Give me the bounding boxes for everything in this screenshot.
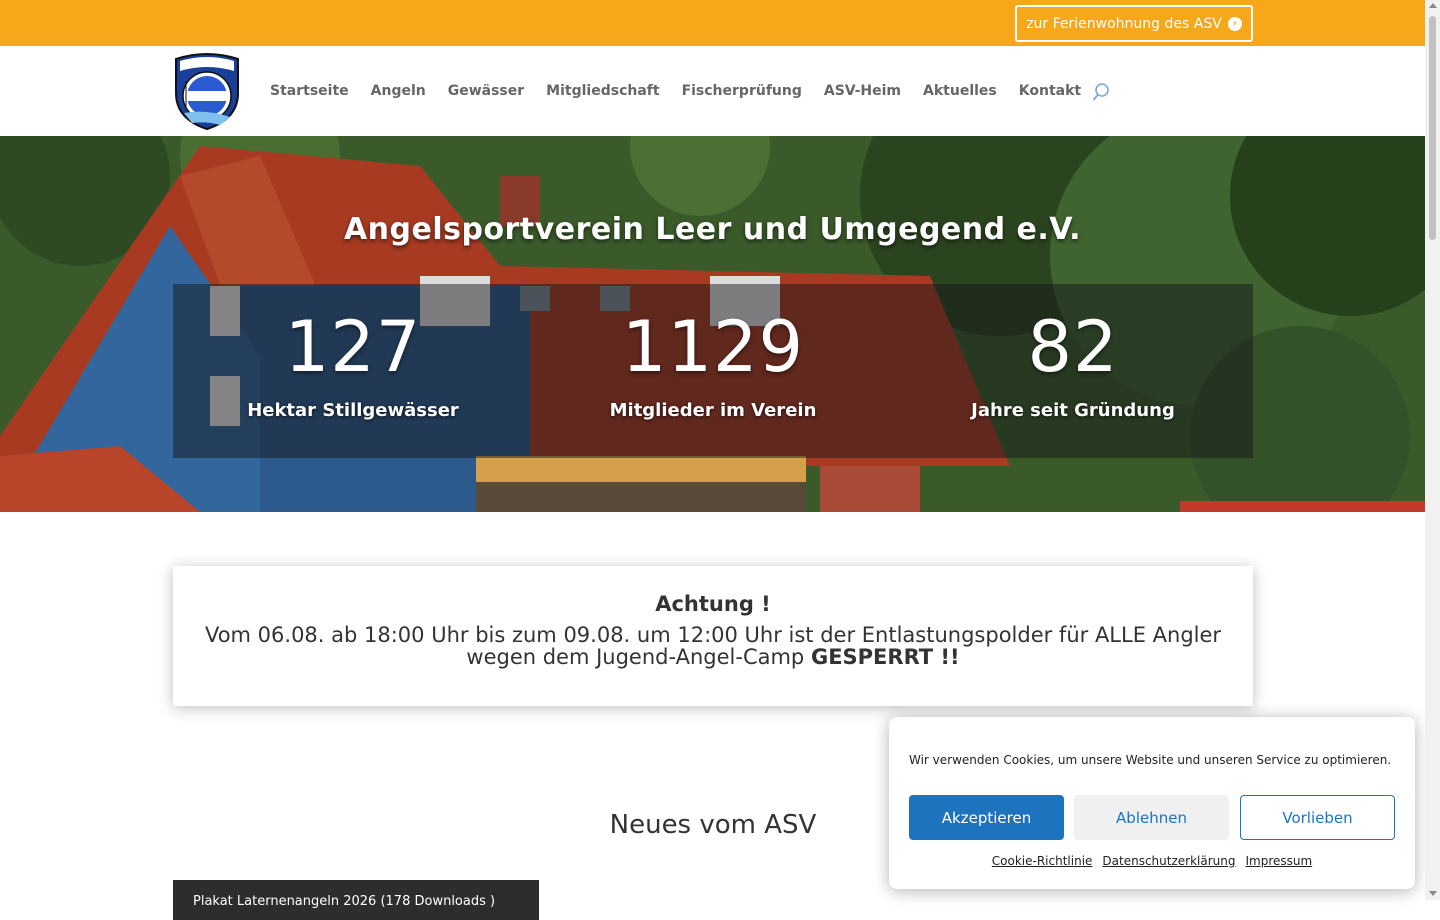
notice-heading: Achtung ! [655,592,771,616]
notice-box: Achtung ! Vom 06.08. ab 18:00 Uhr bis zu… [173,566,1253,706]
nav-item-asv-heim[interactable]: ASV-Heim [824,83,901,99]
top-bar: zur Ferienwohnung des ASV › [0,0,1425,46]
imprint-link[interactable]: Impressum [1246,854,1313,868]
nav-item-fischerpruefung[interactable]: Fischerprüfung [682,83,802,99]
stat-hectares: 127 Hektar Stillgewässer [173,284,533,458]
privacy-policy-link[interactable]: Datenschutzerklärung [1102,854,1235,868]
page-scrollbar[interactable] [1425,0,1440,900]
main-nav: Startseite Angeln Gewässer Mitgliedschaf… [270,46,1081,136]
ferienwohnung-label: zur Ferienwohnung des ASV [1026,15,1222,32]
nav-item-startseite[interactable]: Startseite [270,83,349,99]
nav-item-gewaesser[interactable]: Gewässer [448,83,524,99]
download-button[interactable]: Plakat Laternenangeln 2026 (178 Download… [173,880,539,920]
notice-body: Vom 06.08. ab 18:00 Uhr bis zum 09.08. u… [204,623,1222,669]
site-header: Startseite Angeln Gewässer Mitgliedschaf… [0,46,1425,136]
ferienwohnung-button[interactable]: zur Ferienwohnung des ASV › [1015,5,1253,42]
cookie-message: Wir verwenden Cookies, um unsere Website… [909,753,1392,767]
scroll-thumb[interactable] [1429,16,1436,240]
asv-logo-shield-icon [175,53,239,131]
cookie-preferences-button[interactable]: Vorlieben [1240,795,1395,840]
stat-label: Hektar Stillgewässer [247,400,459,421]
notice-text: Vom 06.08. ab 18:00 Uhr bis zum 09.08. u… [173,624,1253,668]
scroll-down-arrow-icon[interactable] [1429,891,1437,896]
cookie-policy-link[interactable]: Cookie-Richtlinie [992,854,1093,868]
asv-logo[interactable] [172,51,242,131]
nav-item-mitgliedschaft[interactable]: Mitgliedschaft [546,83,659,99]
search-icon[interactable] [1091,82,1111,102]
nav-item-angeln[interactable]: Angeln [371,83,426,99]
notice-emphasis: GESPERRT !! [810,645,960,669]
stat-label: Jahre seit Gründung [971,400,1175,421]
cookie-accept-button[interactable]: Akzeptieren [909,795,1064,840]
scroll-up-arrow-icon[interactable] [1429,3,1437,8]
nav-item-kontakt[interactable]: Kontakt [1019,83,1081,99]
cookie-deny-button[interactable]: Ablehnen [1074,795,1229,840]
arrow-right-circle-icon: › [1227,16,1242,31]
stats-panel: 127 Hektar Stillgewässer 1129 Mitglieder… [173,284,1253,458]
stat-label: Mitglieder im Verein [609,400,817,421]
hero-section: Angelsportverein Leer und Umgegend e.V. … [0,136,1425,512]
cookie-banner: Wir verwenden Cookies, um unsere Website… [889,717,1415,889]
stat-number: 127 [284,306,422,388]
stat-number: 1129 [621,306,805,388]
stat-members: 1129 Mitglieder im Verein [533,284,893,458]
nav-item-aktuelles[interactable]: Aktuelles [923,83,997,99]
stat-number: 82 [1027,306,1119,388]
cookie-links: Cookie-Richtlinie Datenschutzerklärung I… [889,854,1415,868]
stat-years: 82 Jahre seit Gründung [893,284,1253,458]
hero-title: Angelsportverein Leer und Umgegend e.V. [343,212,1082,247]
